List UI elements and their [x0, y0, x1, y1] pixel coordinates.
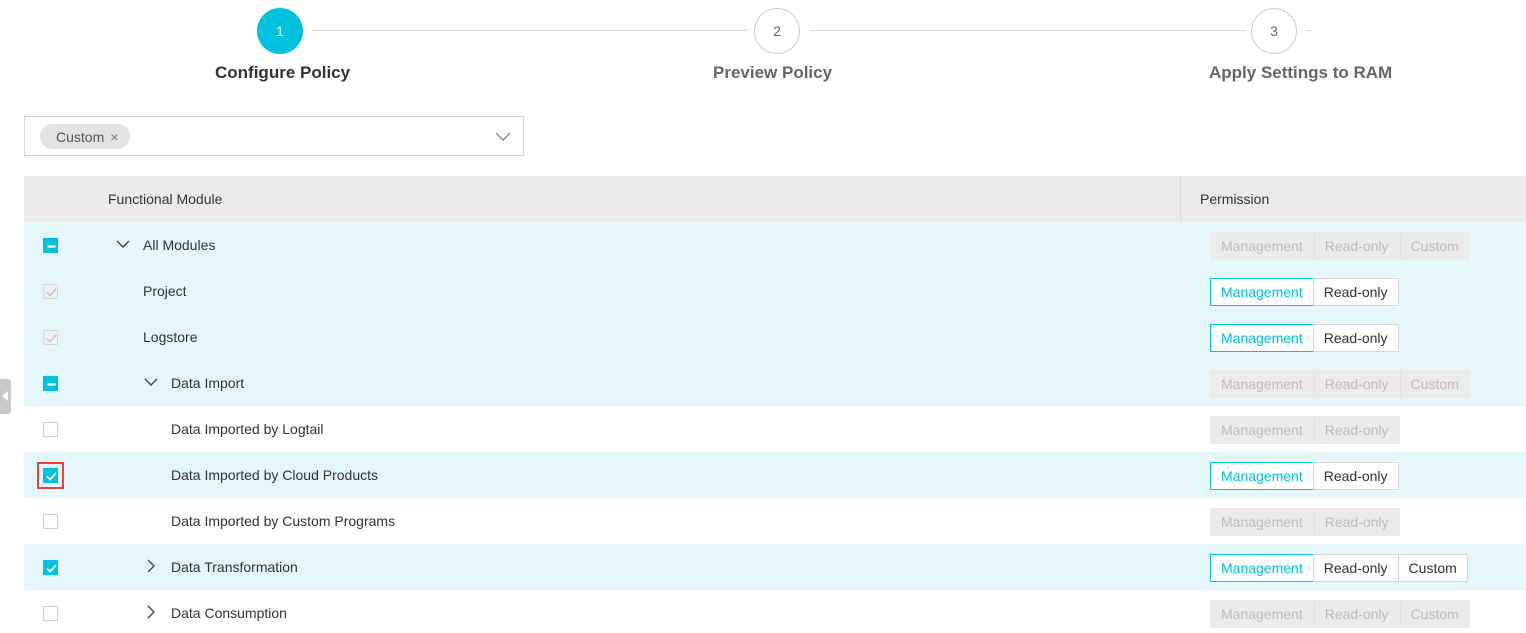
permission-read-only-button: Read-only	[1313, 370, 1400, 398]
policy-template-select[interactable]: Custom ×	[24, 116, 524, 156]
module-label: Data Imported by Cloud Products	[171, 467, 378, 483]
indeterminate-icon	[47, 245, 56, 248]
permission-management-button[interactable]: Management	[1210, 554, 1314, 582]
module-label: Data Imported by Logtail	[171, 421, 324, 437]
table-row: All Modules Management Read-only Custom	[24, 222, 1526, 268]
checkmark-icon	[46, 564, 57, 573]
permission-group: Management Read-only	[1210, 324, 1399, 352]
table-row: Data Imported by Logtail Management Read-o…	[24, 406, 1526, 452]
step-connector-tail	[1306, 30, 1312, 31]
chevron-down-icon[interactable]	[116, 237, 130, 251]
permission-group: Management Read-only Custom	[1210, 600, 1470, 628]
permission-table: Functional Module Permission All Modules…	[24, 176, 1526, 633]
table-body: All Modules Management Read-only Custom Proj…	[24, 222, 1526, 633]
chevron-right-icon[interactable]	[144, 605, 158, 619]
selected-tag: Custom ×	[40, 124, 131, 149]
permission-management-button: Management	[1210, 232, 1314, 260]
sidebar-collapse-handle[interactable]	[0, 379, 11, 414]
permission-management-button: Management	[1210, 416, 1314, 444]
step-connector-2	[810, 30, 1246, 31]
step-3-circle: 3	[1251, 8, 1297, 54]
module-label: Logstore	[143, 329, 198, 345]
permission-management-button[interactable]: Management	[1210, 324, 1314, 352]
permission-management-button: Management	[1210, 600, 1314, 628]
module-label: All Modules	[143, 237, 216, 253]
module-label: Project	[143, 283, 187, 299]
table-row: Project Management Read-only	[24, 268, 1526, 314]
step-3-label: Apply Settings to RAM	[1209, 63, 1393, 82]
permission-group: Management Read-only	[1210, 416, 1400, 444]
step-1-number: 1	[276, 23, 284, 39]
checkmark-icon	[46, 334, 57, 343]
module-label: Data Consumption	[171, 605, 287, 621]
header-permission: Permission	[1200, 191, 1270, 207]
step-connector-1	[312, 30, 748, 31]
row-checkbox-project	[43, 284, 58, 299]
step-2-circle: 2	[754, 8, 800, 54]
permission-management-button[interactable]: Management	[1210, 278, 1314, 306]
module-label: Data Imported by Custom Programs	[171, 513, 396, 529]
step-3-number: 3	[1270, 23, 1278, 39]
permission-management-button: Management	[1210, 508, 1314, 536]
permission-group: Management Read-only Custom	[1210, 370, 1470, 398]
permission-management-button[interactable]: Management	[1210, 462, 1314, 490]
row-checkbox-logstore	[43, 330, 58, 345]
caret-left-icon	[2, 391, 8, 401]
permission-read-only-button: Read-only	[1313, 508, 1400, 536]
step-2-number: 2	[773, 23, 781, 39]
row-checkbox-data-imported-by-logtail[interactable]	[43, 422, 58, 437]
permission-management-button: Management	[1210, 370, 1314, 398]
module-label: Data Import	[171, 375, 245, 391]
chevron-right-icon[interactable]	[144, 559, 158, 573]
table-header: Functional Module Permission	[24, 176, 1526, 222]
permission-read-only-button: Read-only	[1313, 232, 1400, 260]
chevron-down-icon[interactable]	[144, 375, 158, 389]
header-divider	[1180, 176, 1181, 222]
module-label: Data Transformation	[171, 559, 298, 575]
permission-read-only-button[interactable]: Read-only	[1312, 462, 1399, 490]
selected-tag-label: Custom	[56, 128, 105, 145]
row-checkbox-data-imported-by-custom-programs[interactable]	[43, 514, 58, 529]
permission-group: Management Read-only Custom	[1210, 232, 1470, 260]
step-2-label: Preview Policy	[713, 63, 833, 82]
step-1-circle: 1	[257, 8, 303, 54]
step-indicator: 1 2 3 Configure Policy Preview Policy Ap…	[0, 0, 1526, 100]
permission-read-only-button: Read-only	[1313, 416, 1400, 444]
step-1-label: Configure Policy	[215, 63, 351, 82]
table-row: Logstore Management Read-only	[24, 314, 1526, 360]
permission-read-only-button[interactable]: Read-only	[1312, 324, 1399, 352]
permission-group: Management Read-only Custom	[1210, 554, 1468, 582]
permission-read-only-button[interactable]: Read-only	[1312, 554, 1399, 582]
table-row: Data Imported by Cloud Products Managemen…	[24, 452, 1526, 498]
tag-close-icon[interactable]: ×	[110, 129, 118, 145]
table-row: Data Consumption Management Read-only Custo…	[24, 590, 1526, 633]
row-checkbox-all-modules[interactable]	[43, 238, 58, 253]
permission-custom-button: Custom	[1399, 600, 1470, 628]
table-row: Data Transformation Management Read-only Cu…	[24, 544, 1526, 590]
permission-read-only-button: Read-only	[1313, 600, 1400, 628]
chevron-down-icon[interactable]	[495, 128, 511, 144]
table-row: Data Imported by Custom Programs Manageme…	[24, 498, 1526, 544]
checkmark-icon	[46, 288, 57, 297]
row-checkbox-data-consumption[interactable]	[43, 606, 58, 621]
permission-custom-button[interactable]: Custom	[1397, 554, 1468, 582]
permission-group: Management Read-only	[1210, 462, 1399, 490]
row-checkbox-data-import[interactable]	[43, 376, 58, 391]
permission-group: Management Read-only	[1210, 278, 1399, 306]
table-row: Data Import Management Read-only Custom	[24, 360, 1526, 406]
permission-read-only-button[interactable]: Read-only	[1312, 278, 1399, 306]
permission-custom-button: Custom	[1399, 232, 1470, 260]
header-functional-module: Functional Module	[108, 191, 223, 207]
permission-custom-button: Custom	[1399, 370, 1470, 398]
indeterminate-icon	[47, 383, 56, 386]
permission-group: Management Read-only	[1210, 508, 1400, 536]
checkbox-focus-outline	[37, 462, 64, 489]
row-checkbox-data-transformation[interactable]	[43, 560, 58, 575]
